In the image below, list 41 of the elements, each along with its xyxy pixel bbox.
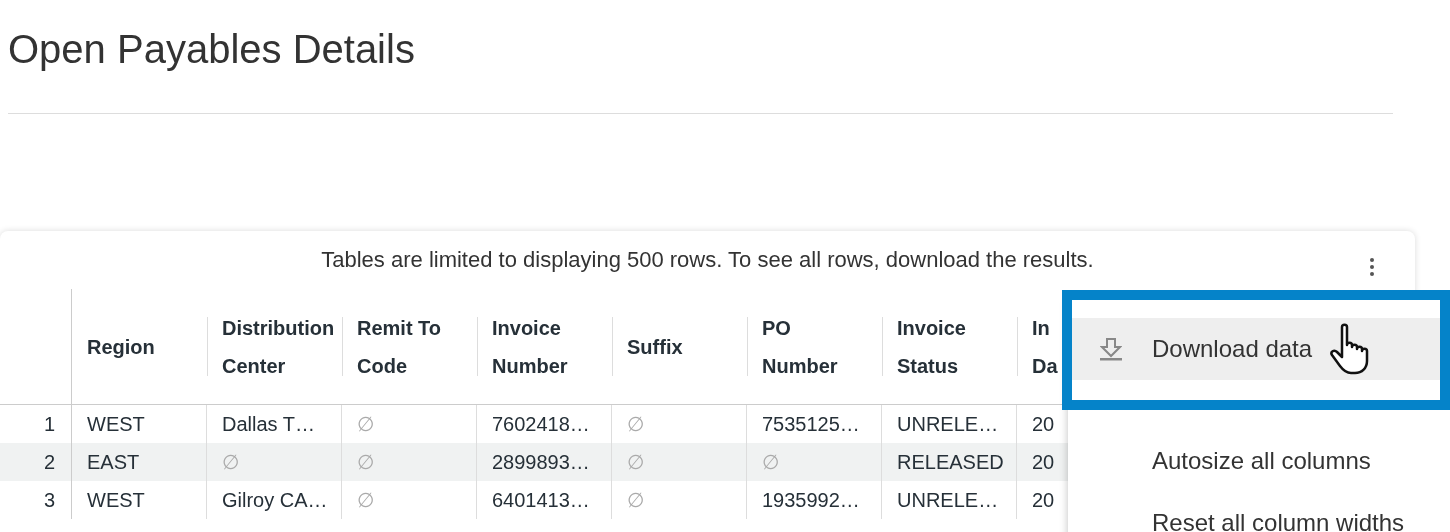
table-cell: 2899893… [492,450,590,474]
table-cell: WEST [87,412,145,436]
table-cell: ∅ [357,450,374,474]
table-cell: UNRELE… [897,488,999,512]
column-header[interactable]: Suffix [627,327,683,366]
menu-item[interactable]: Reset all column widths [1068,498,1450,532]
column-header[interactable]: PO Number [762,308,838,385]
table-cell: ∅ [222,450,239,474]
table-cell: EAST [87,450,140,474]
table-cell: ∅ [627,488,644,512]
column-header[interactable]: In Da [1032,308,1058,385]
table-cell: Gilroy CA… [222,488,328,512]
table-cell: 7602418… [492,412,590,436]
row-number: 2 [43,450,55,474]
table-cell: ∅ [357,412,374,436]
table-cell: ∅ [627,450,644,474]
column-header[interactable]: Invoice Status [897,308,966,385]
column-header[interactable]: Invoice Number [492,308,568,385]
table-cell: 20 [1032,450,1055,474]
menu-item[interactable]: Autosize all columns [1068,436,1450,486]
table-cell: 6401413… [492,488,590,512]
column-header[interactable]: Region [87,327,155,366]
row-number: 3 [43,488,55,512]
table-cell: 20 [1032,412,1055,436]
table-cell: ∅ [627,412,644,436]
table-cell: 20 [1032,488,1055,512]
row-limit-notice: Tables are limited to displaying 500 rows. To see all rows, download the results. [321,247,1094,273]
table-cell: 1935992… [762,488,860,512]
column-header[interactable]: Distribution Center [222,308,335,385]
page-title: Open Payables Details [7,26,416,72]
table-cell: WEST [87,488,145,512]
table-cell: ∅ [357,488,374,512]
download-icon [1100,337,1122,361]
column-header[interactable]: Remit To Code [357,308,442,385]
table-cell: RELEASED [897,450,1004,474]
table-cell: UNRELE… [897,412,999,436]
table-cell: Dallas T… [222,412,315,436]
more-options-icon[interactable] [1369,257,1375,277]
row-number: 1 [43,412,55,436]
table-cell: 7535125… [762,412,860,436]
table-cell: ∅ [762,450,779,474]
